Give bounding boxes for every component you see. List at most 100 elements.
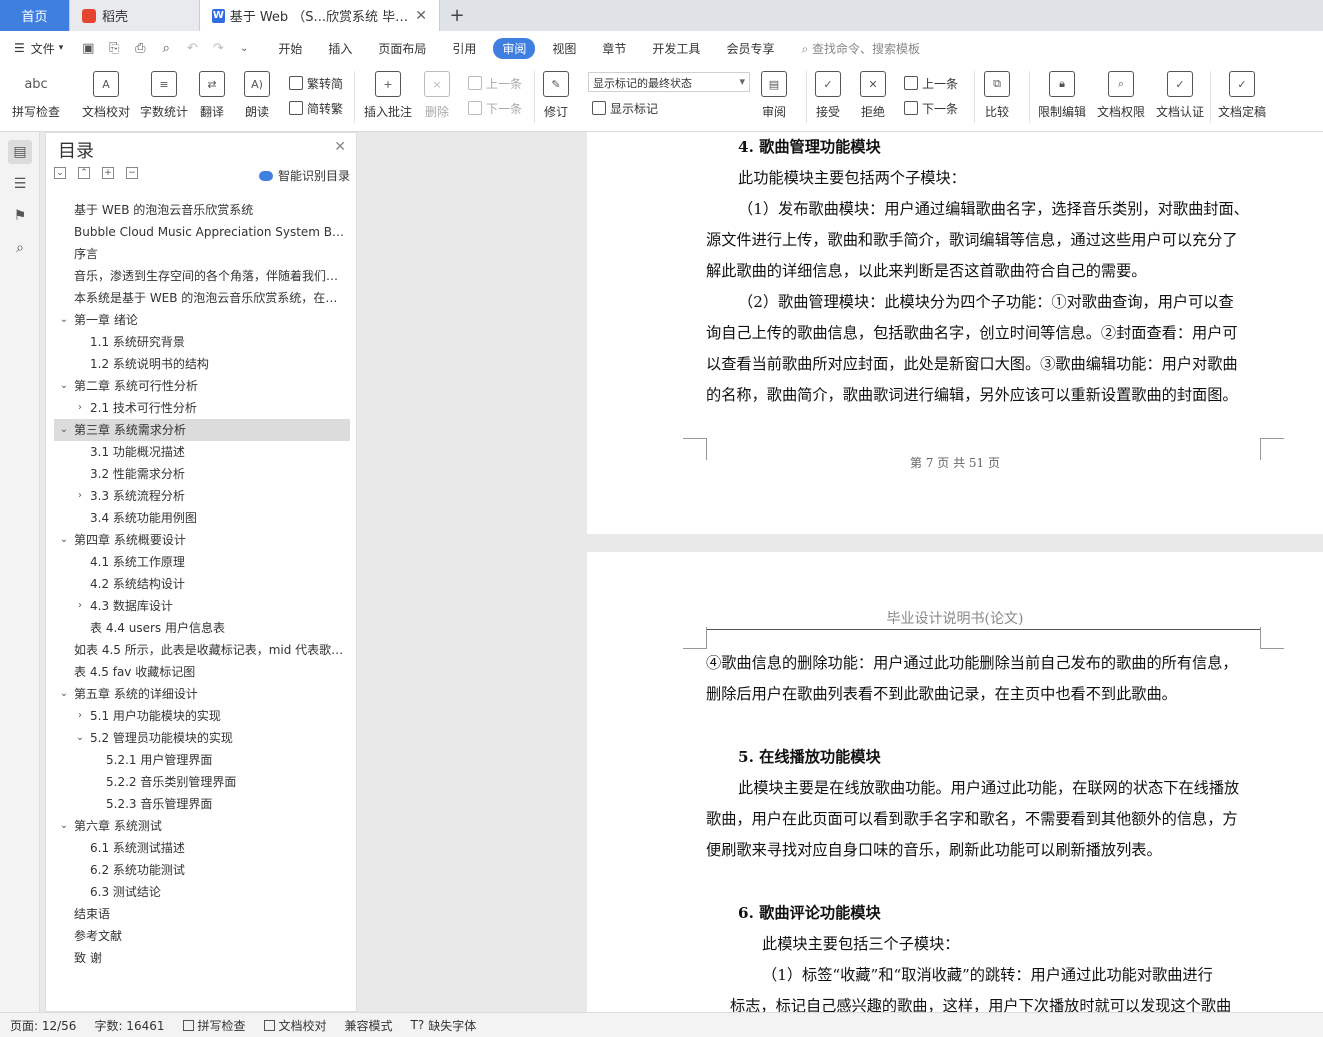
toc-item[interactable]: › 4.3 数据库设计	[54, 595, 350, 617]
export-icon[interactable]: ⎘	[101, 41, 127, 56]
page-indicator[interactable]: 页面: 12/56	[10, 1017, 76, 1034]
track-changes-button[interactable]: ✎ 修订	[543, 71, 569, 120]
chevron-down-icon[interactable]: ⌄	[58, 309, 70, 331]
search-icon[interactable]: ⌕	[8, 236, 32, 260]
toc-item[interactable]: ⌄ 第五章 系统的详细设计	[54, 683, 350, 705]
trad-to-simp-button[interactable]: 繁转简	[289, 73, 343, 93]
toc-item[interactable]: 如表 4.5 所示，此表是收藏标记表，mid 代表歌曲编号	[54, 639, 350, 661]
doc-permission-button[interactable]: ⌕ 文档权限	[1097, 71, 1145, 120]
menu-tab-developer[interactable]: 开发工具	[639, 40, 713, 57]
insert-comment-button[interactable]: + 插入批注	[364, 71, 412, 120]
toc-item[interactable]: ⌄ 5.2 管理员功能模块的实现	[54, 727, 350, 749]
menu-tab-review[interactable]: 审阅	[493, 37, 536, 59]
simp-to-trad-button[interactable]: 简转繁	[289, 98, 343, 118]
toc-item[interactable]: 6.2 系统功能测试	[54, 859, 350, 881]
close-tab-icon[interactable]: ✕	[415, 8, 427, 24]
toc-item[interactable]: 序言	[54, 243, 350, 265]
collapse-all-icon[interactable]: ⌃	[78, 167, 90, 179]
toc-item[interactable]: 表 4.5 fav 收藏标记图	[54, 661, 350, 683]
restrict-editing-button[interactable]: 🔒︎ 限制编辑	[1038, 71, 1086, 120]
toc-item[interactable]: 1.1 系统研究背景	[54, 331, 350, 353]
toc-item[interactable]: › 2.1 技术可行性分析	[54, 397, 350, 419]
reject-button[interactable]: ✕ 拒绝	[860, 71, 886, 120]
chevron-right-icon[interactable]: ›	[74, 485, 86, 507]
toc-item[interactable]: ⌄ 第二章 系统可行性分析	[54, 375, 350, 397]
expand-all-icon[interactable]: ⌄	[54, 167, 66, 179]
chevron-down-icon[interactable]: ⌄	[58, 375, 70, 397]
chapter-nav-icon[interactable]: ☰	[8, 172, 32, 196]
finalize-button[interactable]: ✓ 文档定稿	[1218, 71, 1266, 120]
toc-item[interactable]: 6.1 系统测试描述	[54, 837, 350, 859]
word-count-indicator[interactable]: 字数: 16461	[94, 1017, 164, 1034]
toc-item[interactable]: 5.2.2 音乐类别管理界面	[54, 771, 350, 793]
chevron-down-icon[interactable]: ⌄	[58, 683, 70, 705]
menu-tab-references[interactable]: 引用	[439, 40, 489, 57]
print-preview-icon[interactable]: ⌕	[153, 41, 179, 56]
prev-comment-button[interactable]: 上一条	[468, 73, 522, 93]
bookmark-icon[interactable]: ⚑	[8, 204, 32, 228]
chevron-right-icon[interactable]: ›	[74, 595, 86, 617]
toc-item[interactable]: 6.3 测试结论	[54, 881, 350, 903]
menu-tab-layout[interactable]: 页面布局	[365, 40, 439, 57]
chevron-down-icon[interactable]: ⌄	[58, 529, 70, 551]
status-spell-check[interactable]: 拼写检查	[182, 1017, 246, 1034]
review-pane-button[interactable]: ▤ 审阅	[761, 71, 787, 120]
chevron-down-icon[interactable]: ⌄	[58, 815, 70, 837]
add-heading-icon[interactable]: +	[102, 167, 114, 179]
proofread-button[interactable]: A 文档校对	[82, 71, 130, 120]
markup-state-select[interactable]: 显示标记的最终状态	[588, 72, 750, 92]
toc-item[interactable]: ⌄ 第一章 绪论	[54, 309, 350, 331]
more-chevron-icon[interactable]: ⌄	[231, 43, 257, 54]
print-icon[interactable]: ⎙	[127, 41, 153, 56]
next-comment-button[interactable]: 下一条	[468, 98, 522, 118]
toc-item[interactable]: 3.1 功能概况描述	[54, 441, 350, 463]
status-proofread[interactable]: 文档校对	[263, 1017, 327, 1034]
toc-item[interactable]: 4.2 系统结构设计	[54, 573, 350, 595]
toc-item[interactable]: 致 谢	[54, 947, 350, 969]
word-count-button[interactable]: ≡ 字数统计	[140, 71, 188, 120]
menu-tab-member[interactable]: 会员专享	[713, 40, 787, 57]
menu-tab-start[interactable]: 开始	[265, 40, 315, 57]
translate-button[interactable]: ⇄ 翻译	[199, 71, 225, 120]
redo-icon[interactable]: ↷	[205, 41, 231, 56]
accept-button[interactable]: ✓ 接受	[815, 71, 841, 120]
delete-comment-button[interactable]: × 删除	[424, 71, 450, 120]
toc-panel-icon[interactable]: ▤	[8, 140, 32, 164]
close-icon[interactable]: ✕	[334, 139, 346, 155]
menu-tab-section[interactable]: 章节	[589, 40, 639, 57]
toc-item[interactable]: 基于 WEB 的泡泡云音乐欣赏系统	[54, 199, 350, 221]
menu-tab-insert[interactable]: 插入	[315, 40, 365, 57]
toc-item[interactable]: ⌄ 第六章 系统测试	[54, 815, 350, 837]
toc-item[interactable]: 结束语	[54, 903, 350, 925]
toc-item[interactable]: 5.2.3 音乐管理界面	[54, 793, 350, 815]
read-aloud-button[interactable]: A) 朗读	[244, 71, 270, 120]
toc-item[interactable]: 参考文献	[54, 925, 350, 947]
toc-item[interactable]: 3.2 性能需求分析	[54, 463, 350, 485]
prev-change-button[interactable]: 上一条	[904, 73, 958, 93]
toc-item[interactable]: 表 4.4 users 用户信息表	[54, 617, 350, 639]
chevron-right-icon[interactable]: ›	[74, 397, 86, 419]
toc-item[interactable]: ⌄ 第三章 系统需求分析	[54, 419, 350, 441]
toc-item[interactable]: 4.1 系统工作原理	[54, 551, 350, 573]
compat-mode[interactable]: 兼容模式	[345, 1017, 393, 1034]
toc-item[interactable]: 1.2 系统说明书的结构	[54, 353, 350, 375]
missing-font[interactable]: T? 缺失字体	[411, 1017, 477, 1034]
toc-item[interactable]: 音乐，渗透到生存空间的各个角落，伴随着我们的生活	[54, 265, 350, 287]
remove-heading-icon[interactable]: −	[126, 167, 138, 179]
tab-daoke[interactable]: 稻壳	[70, 0, 200, 31]
tab-document[interactable]: W 基于 Web （S...欣赏系统 毕业论文 ✕	[200, 0, 440, 31]
toc-item[interactable]: 本系统是基于 WEB 的泡泡云音乐欣赏系统，在设计上	[54, 287, 350, 309]
toc-item[interactable]: Bubble Cloud Music Appreciation System B…	[54, 221, 350, 243]
toc-item[interactable]: › 3.3 系统流程分析	[54, 485, 350, 507]
new-tab-button[interactable]: +	[440, 0, 474, 31]
next-change-button[interactable]: 下一条	[904, 98, 958, 118]
toc-item[interactable]: 3.4 系统功能用例图	[54, 507, 350, 529]
file-menu[interactable]: ☰ 文件 ▾	[0, 40, 75, 57]
chevron-down-icon[interactable]: ⌄	[58, 419, 70, 441]
menu-tab-view[interactable]: 视图	[539, 40, 589, 57]
doc-auth-button[interactable]: ✓ 文档认证	[1156, 71, 1204, 120]
save-icon[interactable]: ▣	[75, 41, 101, 56]
show-markup-button[interactable]: 显示标记	[592, 98, 658, 118]
toc-item[interactable]: › 5.1 用户功能模块的实现	[54, 705, 350, 727]
compare-button[interactable]: ⧉ 比较	[984, 71, 1010, 120]
